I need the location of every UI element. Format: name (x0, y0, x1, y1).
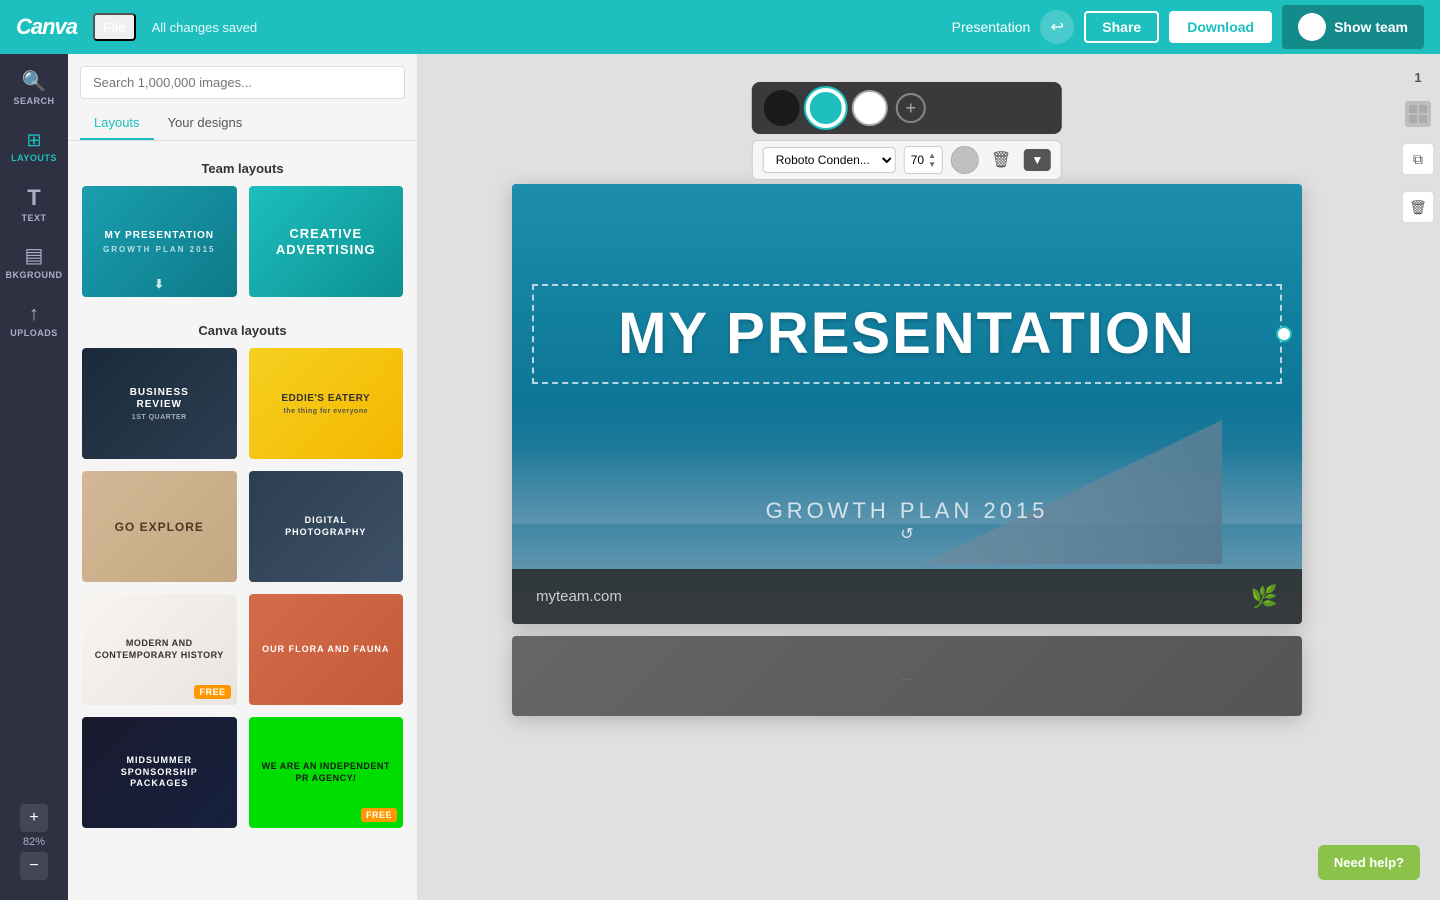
left-sidebar: 🔍 SEARCH ⊞ LAYOUTS T TEXT ▤ BKGROUND ↑ U… (0, 54, 68, 900)
file-menu-button[interactable]: File (93, 13, 136, 41)
panel-tabs: Layouts Your designs (68, 107, 417, 141)
copy-slide-button[interactable]: ⧉ (1402, 143, 1434, 175)
uploads-icon: ↑ (29, 304, 39, 324)
delete-text-button[interactable]: 🗑 (987, 146, 1015, 174)
text-format-toolbar: + Roboto Conden... 70 ▲▼ 🗑 ▼ (752, 82, 1062, 180)
show-team-label: Show team (1334, 19, 1408, 35)
font-size-arrows[interactable]: ▲▼ (928, 151, 936, 169)
more-options-button[interactable]: ▼ (1023, 149, 1051, 171)
slide-footer: myteam.com 🌿 (512, 569, 1302, 624)
add-color-button[interactable]: + (896, 93, 926, 123)
show-team-button[interactable]: Show team (1282, 5, 1424, 49)
free-badge: FREE (194, 685, 230, 699)
layout-card-flora-fauna[interactable]: OUR FLORA AND FAUNA (247, 592, 406, 707)
text-icon: T (27, 187, 40, 209)
background-icon: ▤ (25, 246, 44, 266)
sidebar-item-uploads[interactable]: ↑ UPLOADS (4, 294, 64, 348)
slide-2[interactable]: ... (512, 636, 1302, 716)
tab-layouts[interactable]: Layouts (80, 107, 154, 140)
canvas-workspace: + Roboto Conden... 70 ▲▼ 🗑 ▼ (418, 54, 1396, 900)
page-number: 1 (1414, 70, 1421, 85)
layout-card-pr-agency[interactable]: WE ARE AN INDEPENDENT PR AGENCY/ FREE (247, 715, 406, 830)
color-swatch-blue[interactable] (808, 90, 844, 126)
search-wrap (68, 54, 417, 107)
sidebar-item-text[interactable]: T TEXT (4, 178, 64, 232)
team-layouts-title: Team layouts (68, 153, 417, 184)
slide-subtitle-wrap: GROWTH PLAN 2015 ↺ (512, 490, 1302, 544)
layout-card-modern-history[interactable]: MODERN AND CONTEMPORARY HISTORY FREE (80, 592, 239, 707)
zoom-controls: + 82% − (20, 804, 48, 892)
slide-1-canvas: MY PRESENTATION GROWTH PLAN 2015 ↺ mytea… (512, 184, 1302, 624)
search-icon: 🔍 (22, 72, 47, 92)
slide-main-title: MY PRESENTATION (550, 302, 1264, 366)
canva-layouts-grid: BUSINESSREVIEW 1ST QUARTER EDDIE'S EATER… (68, 346, 417, 846)
sidebar-item-uploads-label: UPLOADS (10, 328, 58, 338)
save-status: All changes saved (152, 20, 258, 35)
sidebar-item-layouts[interactable]: ⊞ LAYOUTS (4, 120, 64, 174)
slide-1[interactable]: MY PRESENTATION GROWTH PLAN 2015 ↺ mytea… (512, 184, 1302, 624)
resize-handle[interactable] (1276, 326, 1292, 342)
layout-card-creative-advertising[interactable]: CREATIVEADVERTISING (247, 184, 406, 299)
zoom-out-button[interactable]: − (20, 852, 48, 880)
layout-card-eddies-eatery[interactable]: EDDIE'S EATERY the thing for everyone (247, 346, 406, 461)
main-canvas-area: + Roboto Conden... 70 ▲▼ 🗑 ▼ (418, 54, 1440, 900)
sidebar-item-search[interactable]: 🔍 SEARCH (4, 62, 64, 116)
leaf-icon: 🌿 (1251, 584, 1278, 610)
sidebar-item-background[interactable]: ▤ BKGROUND (4, 236, 64, 290)
sidebar-item-background-label: BKGROUND (6, 270, 63, 280)
free-badge-2: FREE (361, 808, 397, 822)
color-swatch-black[interactable] (764, 90, 800, 126)
sidebar-item-search-label: SEARCH (13, 96, 54, 106)
font-format-row: Roboto Conden... 70 ▲▼ 🗑 ▼ (752, 140, 1062, 180)
layout-card-go-explore[interactable]: GO EXPLORE (80, 469, 239, 584)
slide-1-container: MY PRESENTATION GROWTH PLAN 2015 ↺ mytea… (438, 184, 1376, 624)
right-panel: 1 ⧉ 🗑 (1396, 54, 1440, 900)
undo-icon: ↩ (1051, 17, 1064, 37)
color-picker-row: + (752, 82, 1062, 134)
zoom-in-button[interactable]: + (20, 804, 48, 832)
font-size-input-wrap: 70 ▲▼ (904, 146, 943, 174)
layout-card-business-review[interactable]: BUSINESSREVIEW 1ST QUARTER (80, 346, 239, 461)
presentation-label: Presentation (952, 19, 1031, 35)
tab-your-designs[interactable]: Your designs (154, 107, 257, 140)
team-layouts-grid: MY PRESENTATION GROWTH PLAN 2015 ⬇ CREAT… (68, 184, 417, 315)
top-navigation: Canva File All changes saved Presentatio… (0, 0, 1440, 54)
font-size-value: 70 (911, 153, 924, 167)
layout-card-my-presentation[interactable]: MY PRESENTATION GROWTH PLAN 2015 ⬇ (80, 184, 239, 299)
delete-slide-button[interactable]: 🗑 (1402, 191, 1434, 223)
cursor-indicator: ↺ (900, 526, 913, 543)
need-help-button[interactable]: Need help? (1318, 845, 1420, 880)
layout-card-digital-photography[interactable]: DIGITALPHOTOGRAPHY (247, 469, 406, 584)
canva-logo: Canva (16, 14, 77, 40)
slide-footer-url: myteam.com (536, 588, 622, 605)
font-family-select[interactable]: Roboto Conden... (763, 147, 896, 173)
slide-2-canvas: ... (512, 636, 1302, 716)
share-button[interactable]: Share (1084, 11, 1159, 43)
title-selection-box[interactable]: MY PRESENTATION (532, 284, 1282, 384)
sidebar-item-text-label: TEXT (21, 213, 46, 223)
slide-2-container: ... (438, 636, 1376, 716)
slide-overlay (512, 184, 1302, 624)
text-color-swatch[interactable] (951, 146, 979, 174)
layouts-icon: ⊞ (26, 131, 41, 149)
color-swatch-white[interactable] (852, 90, 888, 126)
undo-button[interactable]: ↩ (1040, 10, 1074, 44)
nav-right-controls: Presentation ↩ Share Download Show team (952, 5, 1424, 49)
download-icon-small: ⬇ (154, 277, 165, 291)
layout-card-midsummer[interactable]: MIDSUMMERSPONSORSHIP PACKAGES (80, 715, 239, 830)
zoom-level: 82% (23, 836, 45, 848)
download-button[interactable]: Download (1169, 11, 1272, 43)
canva-layouts-title: Canva layouts (68, 315, 417, 346)
layouts-panel: Layouts Your designs Team layouts MY PRE… (68, 54, 418, 900)
slide-subtitle: GROWTH PLAN 2015 (512, 498, 1302, 524)
slide-2-placeholder: ... (902, 669, 912, 683)
avatar (1298, 13, 1326, 41)
search-input[interactable] (80, 66, 405, 99)
sidebar-item-layouts-label: LAYOUTS (11, 153, 57, 163)
grid-view-icon[interactable] (1405, 101, 1431, 127)
